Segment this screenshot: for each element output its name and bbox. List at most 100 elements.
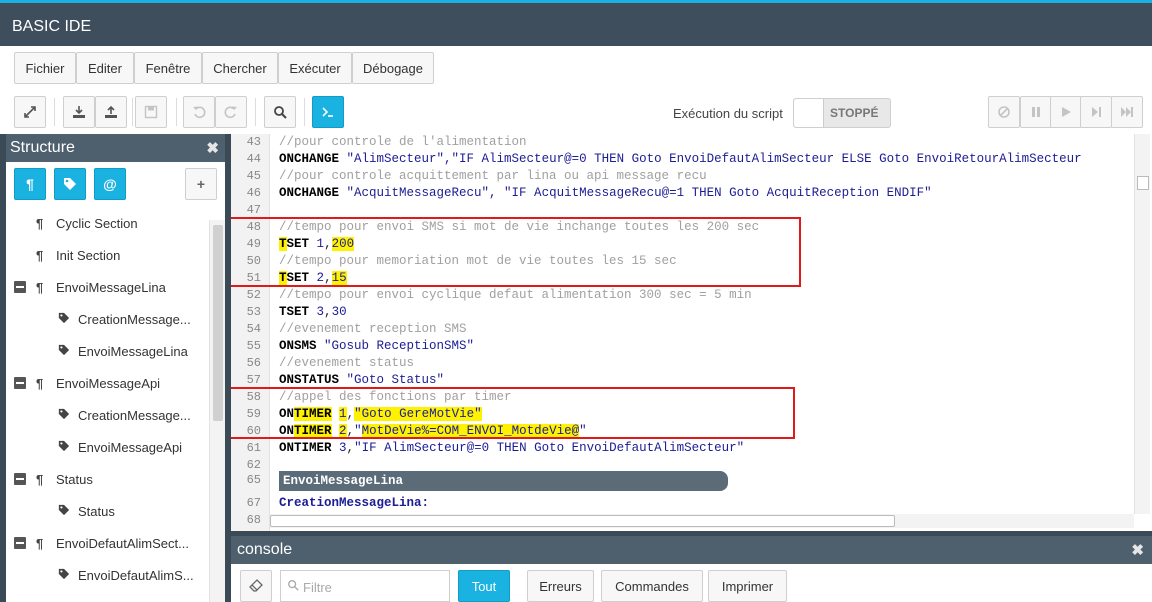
paragraph-icon: ¶ — [36, 471, 44, 487]
filter-field[interactable]: Filtre — [280, 570, 450, 602]
paragraph-icon: ¶ — [36, 279, 44, 295]
structure-scroll-thumb[interactable] — [213, 225, 223, 421]
paragraph-icon: ¶ — [36, 375, 44, 391]
add-button[interactable]: + — [185, 168, 217, 200]
code-line[interactable]: //evenement status — [279, 355, 414, 372]
script-toggle[interactable]: STOPPÉ — [793, 98, 891, 128]
pause-icon[interactable] — [1020, 96, 1052, 128]
editor-vscrollbar[interactable] — [1134, 134, 1150, 514]
tree-item-label: EnvoiMessageLina — [56, 279, 166, 295]
tree-item-label: Status — [56, 471, 93, 487]
undo-icon[interactable] — [183, 96, 215, 128]
line-number: 52 — [246, 288, 261, 302]
tag-icon — [58, 312, 70, 327]
line-number: 67 — [246, 496, 261, 510]
exec-label: Exécution du script — [673, 106, 783, 121]
editor-hscroll-thumb[interactable] — [270, 515, 895, 527]
line-number: 55 — [246, 339, 261, 353]
code-line[interactable]: ONCHANGE "AlimSecteur","IF AlimSecteur@=… — [279, 151, 1082, 168]
console-title: console — [237, 541, 293, 558]
paragraph-filter-button[interactable]: ¶ — [14, 168, 46, 200]
code-line[interactable]: ONTIMER 3,"IF AlimSecteur@=0 THEN Goto E… — [279, 440, 744, 457]
collapse-icon[interactable] — [14, 473, 26, 485]
paragraph-icon: ¶ — [36, 215, 44, 231]
toolbar: Exécution du script STOPPÉ — [0, 90, 1152, 134]
step-icon[interactable] — [1080, 96, 1112, 128]
imprimer-button[interactable]: Imprimer — [708, 570, 787, 602]
search-icon[interactable] — [264, 96, 296, 128]
tag-icon — [58, 344, 70, 359]
eraser-button[interactable] — [240, 570, 272, 602]
menu-chercher[interactable]: Chercher — [202, 52, 278, 84]
stop-icon[interactable] — [988, 96, 1020, 128]
line-number: 45 — [246, 169, 261, 183]
code-line[interactable]: //pour controle de l'alimentation — [279, 134, 527, 151]
tree-item[interactable]: ¶ Status — [6, 463, 208, 495]
at-filter-button[interactable]: @ — [94, 168, 126, 200]
tree-item[interactable]: EnvoiMessageApi — [6, 431, 208, 463]
tag-icon — [58, 568, 70, 583]
tree-item[interactable]: EnvoiMessageLina — [6, 335, 208, 367]
tree-item[interactable]: ¶ EnvoiMessageApi — [6, 367, 208, 399]
upload-icon[interactable] — [95, 96, 127, 128]
menu-executer[interactable]: Exécuter — [278, 52, 352, 84]
menu-editer[interactable]: Editer — [76, 52, 134, 84]
structure-panel: Structure ✖ ¶ @ + ¶ Cyclic Section ¶ Init S… — [6, 134, 225, 602]
tree-item[interactable]: CreationMessage... — [6, 303, 208, 335]
tree-item[interactable]: CreationMessage... — [6, 399, 208, 431]
tree-item-label: Status — [78, 503, 115, 519]
line-number: 46 — [246, 186, 261, 200]
code-line[interactable]: //tempo pour envoi cyclique defaut alime… — [279, 287, 752, 304]
expand-icon[interactable] — [14, 96, 46, 128]
code-line[interactable]: CreationMessageLina: — [279, 495, 429, 512]
console-panel: console ✖ Filtre Tout Erreurs Commandes … — [231, 536, 1152, 602]
tree-item[interactable]: ¶ EnvoiMessageLina — [6, 271, 208, 303]
tag-icon — [58, 440, 70, 455]
toggle-state: STOPPÉ — [830, 106, 879, 120]
tree-item-label: EnvoiDefautAlimS... — [78, 567, 194, 583]
line-number: 61 — [246, 441, 261, 455]
tree-item[interactable]: ¶ EnvoiDefautAlimSect... — [6, 527, 208, 559]
tree-item[interactable]: EnvoiDefautAlimS... — [6, 559, 208, 591]
code-line[interactable]: ONSMS "Gosub ReceptionSMS" — [279, 338, 474, 355]
tree-item-label: Cyclic Section — [56, 215, 138, 231]
tree-item[interactable]: ¶ Cyclic Section — [6, 207, 208, 239]
menu-fichier[interactable]: Fichier — [14, 52, 76, 84]
play-icon[interactable] — [1050, 96, 1082, 128]
code-line[interactable]: //evenement reception SMS — [279, 321, 467, 338]
editor-vscroll-thumb[interactable] — [1137, 176, 1149, 190]
close-icon[interactable]: ✖ — [206, 139, 219, 157]
app-title: BASIC IDE — [12, 18, 92, 35]
close-icon[interactable]: ✖ — [1131, 541, 1144, 559]
menu-fenetre[interactable]: Fenêtre — [134, 52, 202, 84]
code-line[interactable]: //pour controle acquittement par lina ou… — [279, 168, 707, 185]
search-icon — [288, 580, 299, 591]
download-icon[interactable] — [63, 96, 95, 128]
tree-item-label: CreationMessage... — [78, 311, 191, 327]
line-number: 56 — [246, 356, 261, 370]
annotation-box — [231, 217, 801, 287]
code-editor[interactable]: 43 //pour controle de l'alimentation 44 ONC… — [231, 134, 1152, 531]
line-number: 53 — [246, 305, 261, 319]
tree-item[interactable]: ¶ Init Section — [6, 239, 208, 271]
code-line[interactable]: ONCHANGE "AcquitMessageRecu", "IF Acquit… — [279, 185, 932, 202]
code-line[interactable]: TSET 3,30 — [279, 304, 347, 321]
erreurs-button[interactable]: Erreurs — [527, 570, 594, 602]
collapse-icon[interactable] — [14, 377, 26, 389]
tout-button[interactable]: Tout — [458, 570, 510, 602]
tree-item-label: CreationMessage... — [78, 407, 191, 423]
collapse-icon[interactable] — [14, 281, 26, 293]
menu-debogage[interactable]: Débogage — [352, 52, 434, 84]
save-icon[interactable] — [135, 96, 167, 128]
tree-item-label: Init Section — [56, 247, 121, 263]
editor-hscrollbar[interactable] — [270, 514, 1134, 528]
section-bar[interactable]: EnvoiMessageLina — [279, 471, 728, 491]
tree-item[interactable]: Status — [6, 495, 208, 527]
commandes-button[interactable]: Commandes — [601, 570, 703, 602]
tag-filter-button[interactable] — [54, 168, 86, 200]
redo-icon[interactable] — [215, 96, 247, 128]
structure-scrollbar[interactable] — [209, 220, 225, 602]
fast-forward-icon[interactable] — [1111, 96, 1143, 128]
terminal-icon[interactable] — [312, 96, 344, 128]
collapse-icon[interactable] — [14, 537, 26, 549]
